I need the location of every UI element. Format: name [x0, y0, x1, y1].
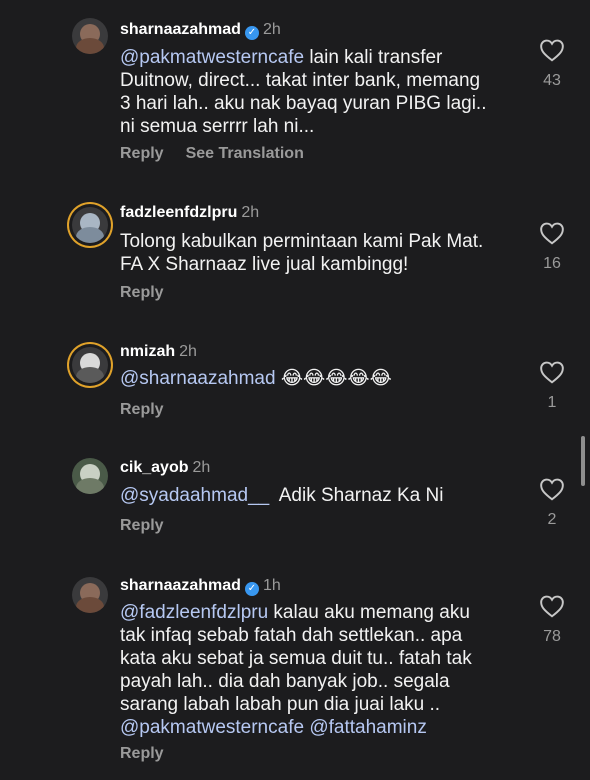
reply-button[interactable]: Reply	[120, 145, 164, 162]
comment-text-segment: FA X Sharnaaz live jual kambingg!	[120, 254, 409, 275]
comment-line: sarang labah labah pun dia juai laku ..	[120, 693, 510, 716]
reply-button[interactable]: Reply	[120, 745, 164, 762]
avatar[interactable]	[72, 458, 108, 494]
comment-text-segment: payah lah.. dia dah banyak job.. segala	[120, 671, 450, 692]
mention-link[interactable]: @pakmatwesterncafe	[120, 717, 304, 738]
comment-line: ni semua serrrr lah ni...	[120, 115, 510, 138]
avatar-photo-shoulders	[76, 38, 104, 54]
verified-badge-icon: ✓	[244, 582, 259, 596]
like-count: 78	[543, 628, 561, 645]
like-control: 78	[536, 594, 568, 646]
heart-icon[interactable]	[539, 221, 565, 245]
timestamp: 2h	[192, 459, 211, 476]
comment-text-segment: kalau aku memang aku	[268, 602, 470, 623]
like-count: 1	[547, 394, 557, 411]
comment-actions: Reply	[120, 284, 186, 302]
comment-text-segment: Tolong kabulkan permintaan kami Pak Mat.	[120, 231, 484, 252]
comment-actions: Reply	[120, 401, 186, 419]
comment-header: sharnaazahmad ✓ 1h	[120, 576, 281, 596]
comment-line: @sharnaazahmad 😂😂😂😂😂	[120, 367, 510, 390]
username[interactable]: fadzleenfdzlpru	[120, 204, 237, 221]
comment-line: FA X Sharnaaz live jual kambingg!	[120, 253, 510, 276]
comment-header: nmizah 2h	[120, 342, 197, 362]
heart-icon[interactable]	[539, 38, 565, 62]
comment-line: @pakmatwesterncafe @fattahaminz	[120, 716, 510, 739]
like-count: 16	[543, 255, 561, 272]
comment-text: @fadzleenfdzlpru kalau aku memang aku tak…	[120, 601, 510, 739]
comment-text-segment: kata aku sebat ja semua duit tu.. fatah …	[120, 648, 472, 669]
username[interactable]: sharnaazahmad	[120, 21, 241, 38]
comment-text-segment: ni semua serrrr lah ni...	[120, 116, 315, 137]
comment-header: cik_ayob 2h	[120, 458, 210, 478]
avatar[interactable]	[72, 577, 108, 613]
like-count: 43	[543, 72, 561, 89]
avatar-photo-shoulders	[76, 478, 104, 494]
like-count: 2	[547, 511, 557, 528]
comment-text-segment: Adik Sharnaz Ka Ni	[269, 485, 444, 506]
avatar-photo-shoulders	[76, 367, 104, 383]
comment-text-segment: 3 hari lah.. aku nak bayaq yuran PIBG la…	[120, 93, 487, 114]
comment-text: Tolong kabulkan permintaan kami Pak Mat.…	[120, 230, 510, 276]
comment-actions: Reply	[120, 517, 186, 535]
avatar-photo-shoulders	[76, 227, 104, 243]
mention-link[interactable]: @sharnaazahmad	[120, 368, 276, 389]
like-control: 16	[536, 221, 568, 273]
avatar[interactable]	[72, 207, 108, 243]
comment-text-segment: lain kali transfer	[304, 47, 443, 68]
reply-button[interactable]: Reply	[120, 284, 164, 301]
comment-line: Tolong kabulkan permintaan kami Pak Mat.	[120, 230, 510, 253]
comment-actions: Reply	[120, 745, 186, 763]
username[interactable]: nmizah	[120, 343, 175, 360]
comment-line: 3 hari lah.. aku nak bayaq yuran PIBG la…	[120, 92, 510, 115]
see-translation-button[interactable]: See Translation	[186, 145, 304, 162]
mention-link[interactable]: @syadaahmad__	[120, 485, 269, 506]
scrollbar[interactable]	[581, 436, 585, 486]
comment-line: kata aku sebat ja semua duit tu.. fatah …	[120, 647, 510, 670]
timestamp: 2h	[179, 343, 197, 360]
timestamp: 1h	[262, 577, 281, 594]
like-control: 1	[536, 360, 568, 412]
reply-button[interactable]: Reply	[120, 517, 164, 534]
timestamp: 2h	[262, 21, 281, 38]
comment-text: @sharnaazahmad 😂😂😂😂😂	[120, 367, 510, 390]
avatar-photo-shoulders	[76, 597, 104, 613]
comment-text: @pakmatwesterncafe lain kali transfer Dui…	[120, 46, 510, 138]
like-control: 43	[536, 38, 568, 90]
comment-text-segment: 😂😂😂😂😂	[275, 368, 392, 389]
timestamp: 2h	[241, 204, 260, 221]
avatar[interactable]	[72, 347, 108, 383]
mention-link[interactable]: @fattahaminz	[309, 717, 427, 738]
reply-button[interactable]: Reply	[120, 401, 164, 418]
comment-line: payah lah.. dia dah banyak job.. segala	[120, 670, 510, 693]
heart-icon[interactable]	[539, 594, 565, 618]
verified-badge-icon: ✓	[244, 26, 259, 40]
avatar[interactable]	[72, 18, 108, 54]
comment-text-segment: tak infaq sebab fatah dah settlekan.. ap…	[120, 625, 463, 646]
comment-text-segment: Duitnow, direct... takat inter bank, mem…	[120, 70, 481, 91]
comment-header: sharnaazahmad ✓ 2h	[120, 20, 281, 40]
heart-icon[interactable]	[539, 477, 565, 501]
username[interactable]: cik_ayob	[120, 459, 188, 476]
comment-text: @syadaahmad__ Adik Sharnaz Ka Ni	[120, 484, 510, 507]
username[interactable]: sharnaazahmad	[120, 577, 241, 594]
heart-icon[interactable]	[539, 360, 565, 384]
comment-text-segment: sarang labah labah pun dia juai laku ..	[120, 694, 441, 715]
like-control: 2	[536, 477, 568, 529]
comment-line: @pakmatwesterncafe lain kali transfer	[120, 46, 510, 69]
comment-header: fadzleenfdzlpru 2h	[120, 203, 259, 223]
comment-line: @syadaahmad__ Adik Sharnaz Ka Ni	[120, 484, 510, 507]
mention-link[interactable]: @fadzleenfdzlpru	[120, 602, 268, 623]
comment-line: Duitnow, direct... takat inter bank, mem…	[120, 69, 510, 92]
comment-line: tak infaq sebab fatah dah settlekan.. ap…	[120, 624, 510, 647]
comment-actions: Reply See Translation	[120, 145, 326, 163]
mention-link[interactable]: @pakmatwesterncafe	[120, 47, 304, 68]
comment-line: @fadzleenfdzlpru kalau aku memang aku	[120, 601, 510, 624]
